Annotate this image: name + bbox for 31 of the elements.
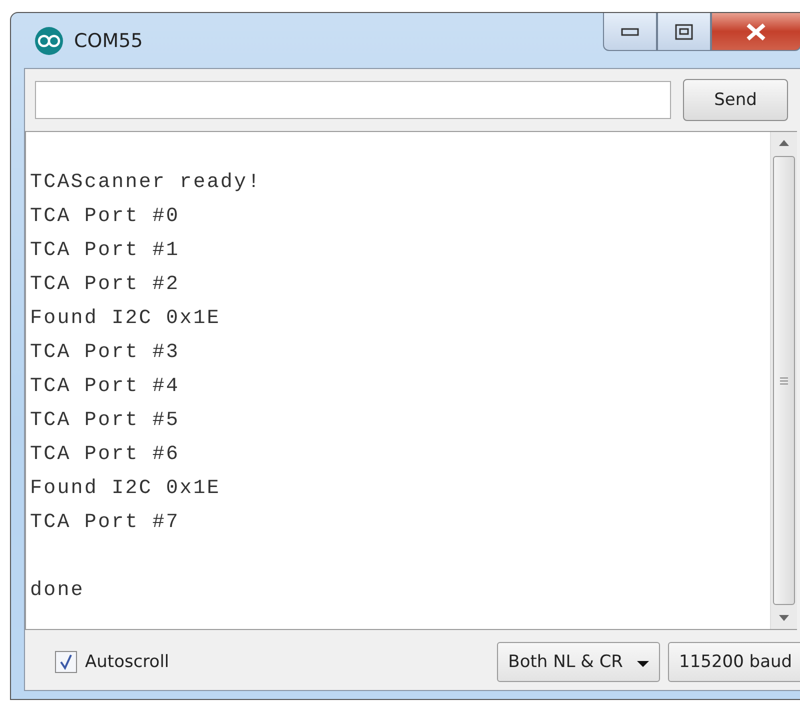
output-line: TCA Port #2 — [30, 272, 181, 298]
scrollbar-thumb[interactable] — [773, 156, 795, 605]
output-line: TCA Port #4 — [30, 374, 181, 400]
output-line: TCA Port #3 — [30, 340, 181, 366]
output-line: Found I2C 0x1E — [30, 476, 222, 502]
output-line: done — [30, 578, 86, 604]
close-icon — [745, 22, 767, 40]
baud-rate-dropdown[interactable]: 115200 baud — [668, 642, 800, 682]
minimize-icon — [621, 28, 639, 36]
output-line: TCAScanner ready! — [30, 170, 262, 196]
minimize-button[interactable] — [603, 13, 657, 51]
infinity-logo-icon — [34, 26, 64, 56]
output-line: TCA Port #0 — [30, 204, 181, 230]
scroll-down-icon[interactable] — [779, 615, 789, 621]
output-line: Found I2C 0x1E — [30, 306, 222, 332]
send-input-field[interactable] — [35, 81, 671, 119]
scroll-up-icon[interactable] — [779, 140, 789, 146]
output-line: TCA Port #5 — [30, 408, 181, 434]
close-button[interactable] — [711, 13, 800, 51]
maximize-button[interactable] — [657, 13, 711, 51]
output-line: TCA Port #6 — [30, 442, 181, 468]
maximize-icon — [675, 24, 693, 40]
autoscroll-checkbox[interactable] — [55, 651, 77, 673]
window-title: COM55 — [74, 30, 143, 52]
autoscroll-label: Autoscroll — [85, 652, 170, 672]
scrollbar[interactable] — [770, 132, 797, 629]
output-line: TCA Port #7 — [30, 510, 181, 536]
caret-icon — [637, 661, 649, 667]
output-line: TCA Port #1 — [30, 238, 181, 264]
line-ending-dropdown[interactable]: Both NL & CR — [497, 642, 660, 682]
send-button[interactable]: Send — [683, 79, 788, 121]
